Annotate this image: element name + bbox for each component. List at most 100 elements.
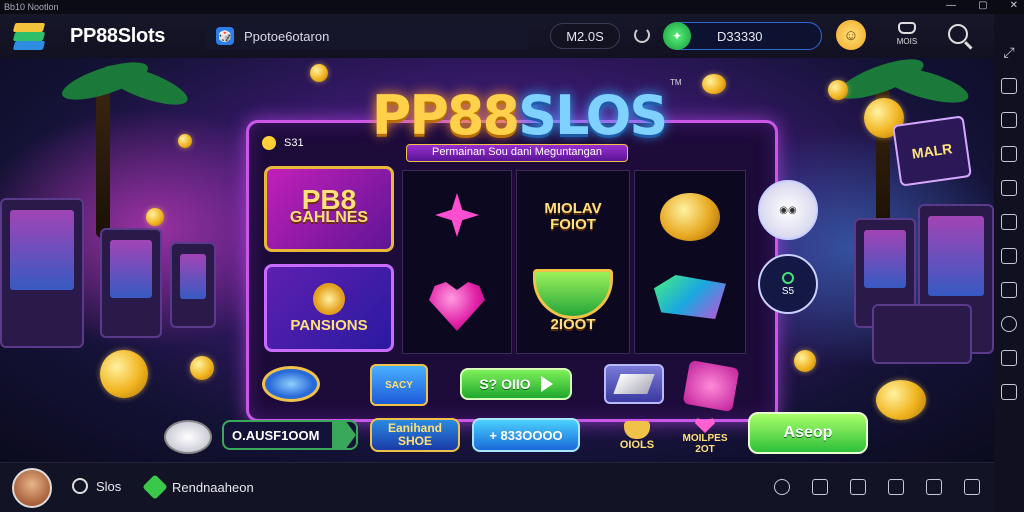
reel-3	[634, 170, 746, 354]
play-button-label: S? OIIO	[479, 376, 531, 392]
window-titlebar: Bb10 Nootlon — ▢ ✕	[0, 0, 1024, 14]
brush-icon[interactable]	[926, 479, 942, 495]
bottom-tools	[774, 479, 980, 495]
slots-nav-label: Slos	[96, 478, 122, 494]
macro-icon[interactable]	[1001, 248, 1017, 264]
level-pill[interactable]: M2.0S	[550, 23, 620, 49]
app-tab[interactable]: 🎲 Ppotoe6otaron	[206, 22, 528, 50]
floating-coin	[178, 134, 192, 148]
apk-icon[interactable]	[1001, 180, 1017, 196]
floating-coin	[190, 356, 214, 380]
palm-tree-left	[96, 88, 110, 238]
arrow-right-icon	[332, 422, 356, 448]
floating-coin	[310, 64, 328, 82]
arcade-machine	[170, 242, 216, 328]
bottom-bar: Slos Rendnaaheon	[0, 462, 994, 512]
buy-button[interactable]: Aseop	[748, 412, 868, 454]
play-icon	[540, 376, 553, 392]
shop-chip[interactable]: Eanihand SHOE	[370, 418, 460, 452]
floating-coin	[828, 80, 848, 100]
recommendation-nav-item[interactable]: Rendnaaheon	[142, 474, 254, 500]
games-card[interactable]: PB8 GAHLNES	[264, 166, 394, 252]
app-stack-icon[interactable]	[12, 21, 46, 51]
sheet-icon	[613, 374, 655, 394]
game-logo: PP88SLOS	[366, 84, 672, 148]
minimize-button[interactable]: —	[946, 0, 956, 11]
coin-icon	[313, 282, 345, 315]
reel-symbol-text: MIOLAV FOIOT	[544, 200, 602, 233]
games-card-label: GAHLNES	[289, 209, 369, 226]
slots-nav-item[interactable]: Slos	[72, 478, 121, 494]
hearts-chip-line1: MOILPES	[682, 433, 728, 444]
search-icon[interactable]	[948, 24, 968, 44]
bet-amount-chip[interactable]: O.AUSF1OOM	[222, 420, 358, 450]
clock-icon[interactable]	[774, 479, 790, 495]
floating-coin	[100, 350, 148, 398]
monitor-icon[interactable]	[850, 479, 866, 495]
window-title: Bb10 Nootlon	[4, 2, 59, 12]
coin-stack-icon	[262, 366, 320, 402]
avatar[interactable]	[12, 467, 52, 508]
game-subtitle: Permainan Sou dani Meguntangan	[406, 144, 628, 162]
coins-pill[interactable]: ✦ D33330	[663, 22, 822, 50]
circle-icon	[72, 478, 88, 494]
location-icon[interactable]	[1001, 316, 1017, 332]
floating-coin	[876, 380, 926, 420]
app-tab-label: Ppotoe6otaron	[244, 28, 330, 44]
emulator-sidebar: ⤢	[994, 14, 1024, 512]
bonus-icon: ◉◉	[779, 204, 797, 216]
ring-icon	[782, 271, 794, 284]
arcade-machine	[0, 198, 84, 348]
shake-icon[interactable]	[1001, 350, 1017, 366]
gem-icon: ✦	[663, 22, 691, 50]
gift-button[interactable]	[682, 359, 740, 413]
gift-icon[interactable]	[164, 420, 212, 454]
sheet-button[interactable]	[604, 364, 664, 404]
app-tab-icon: 🎲	[216, 27, 234, 45]
refresh-icon[interactable]	[634, 27, 650, 43]
close-button[interactable]: ✕	[1010, 0, 1018, 11]
pansions-card[interactable]: PANSIONS	[264, 264, 394, 352]
shop-chip-line2: SHOE	[397, 434, 432, 448]
bowl-symbol	[533, 269, 613, 319]
floating-coin	[794, 350, 816, 372]
volume-icon[interactable]	[1001, 146, 1017, 162]
rotate-icon[interactable]	[1001, 384, 1017, 400]
spin-badge[interactable]: S5	[758, 254, 818, 314]
logo-left: PP88	[371, 84, 520, 147]
bag-icon	[898, 22, 916, 34]
keyboard-icon[interactable]	[1001, 78, 1017, 94]
maximize-button[interactable]: ▢	[978, 0, 987, 11]
smiley-icon[interactable]: ☺	[836, 20, 866, 50]
arcade-machine	[100, 228, 162, 338]
gem-symbol	[654, 275, 726, 319]
recommendation-nav-label: Rendnaaheon	[172, 479, 254, 495]
grid-icon[interactable]	[964, 479, 980, 495]
fullscreen-icon[interactable]: ⤢	[1001, 44, 1017, 60]
trophy-chip[interactable]: OIOLS	[612, 418, 662, 454]
bet-amount: O.AUSF1OOM	[232, 427, 320, 443]
folder-icon[interactable]	[1001, 214, 1017, 230]
hearts-chip[interactable]: MOILPES 2OT	[680, 416, 730, 456]
floating-coin	[702, 74, 726, 94]
pansions-card-label: PANSIONS	[290, 316, 368, 334]
trophy-icon	[624, 421, 650, 439]
neon-sign: MALR	[892, 115, 972, 187]
spin-badge-value: S5	[781, 285, 795, 297]
expand-icon[interactable]	[888, 479, 904, 495]
play-button[interactable]: S? OIIO	[460, 368, 572, 400]
board-level: S31	[262, 136, 304, 150]
screenshot-icon[interactable]	[1001, 112, 1017, 128]
game-viewport[interactable]: MALR S31 PP88SLOS TM Permainan Sou dani …	[0, 58, 994, 462]
star-icon[interactable]	[812, 479, 828, 495]
settings-icon[interactable]	[1001, 282, 1017, 298]
sack-button[interactable]: SACY	[370, 364, 428, 406]
shop-bag-button[interactable]: MOIS	[890, 20, 924, 54]
window-controls: — ▢ ✕	[946, 0, 1018, 11]
app-title: PP88Slots	[70, 24, 166, 47]
add-balance-chip[interactable]: + 833OOOO	[472, 418, 580, 452]
bag-label: MOIS	[896, 37, 918, 46]
board-level-text: S31	[284, 137, 304, 149]
arcade-table	[872, 304, 972, 364]
bonus-badge[interactable]: ◉◉	[758, 180, 818, 240]
